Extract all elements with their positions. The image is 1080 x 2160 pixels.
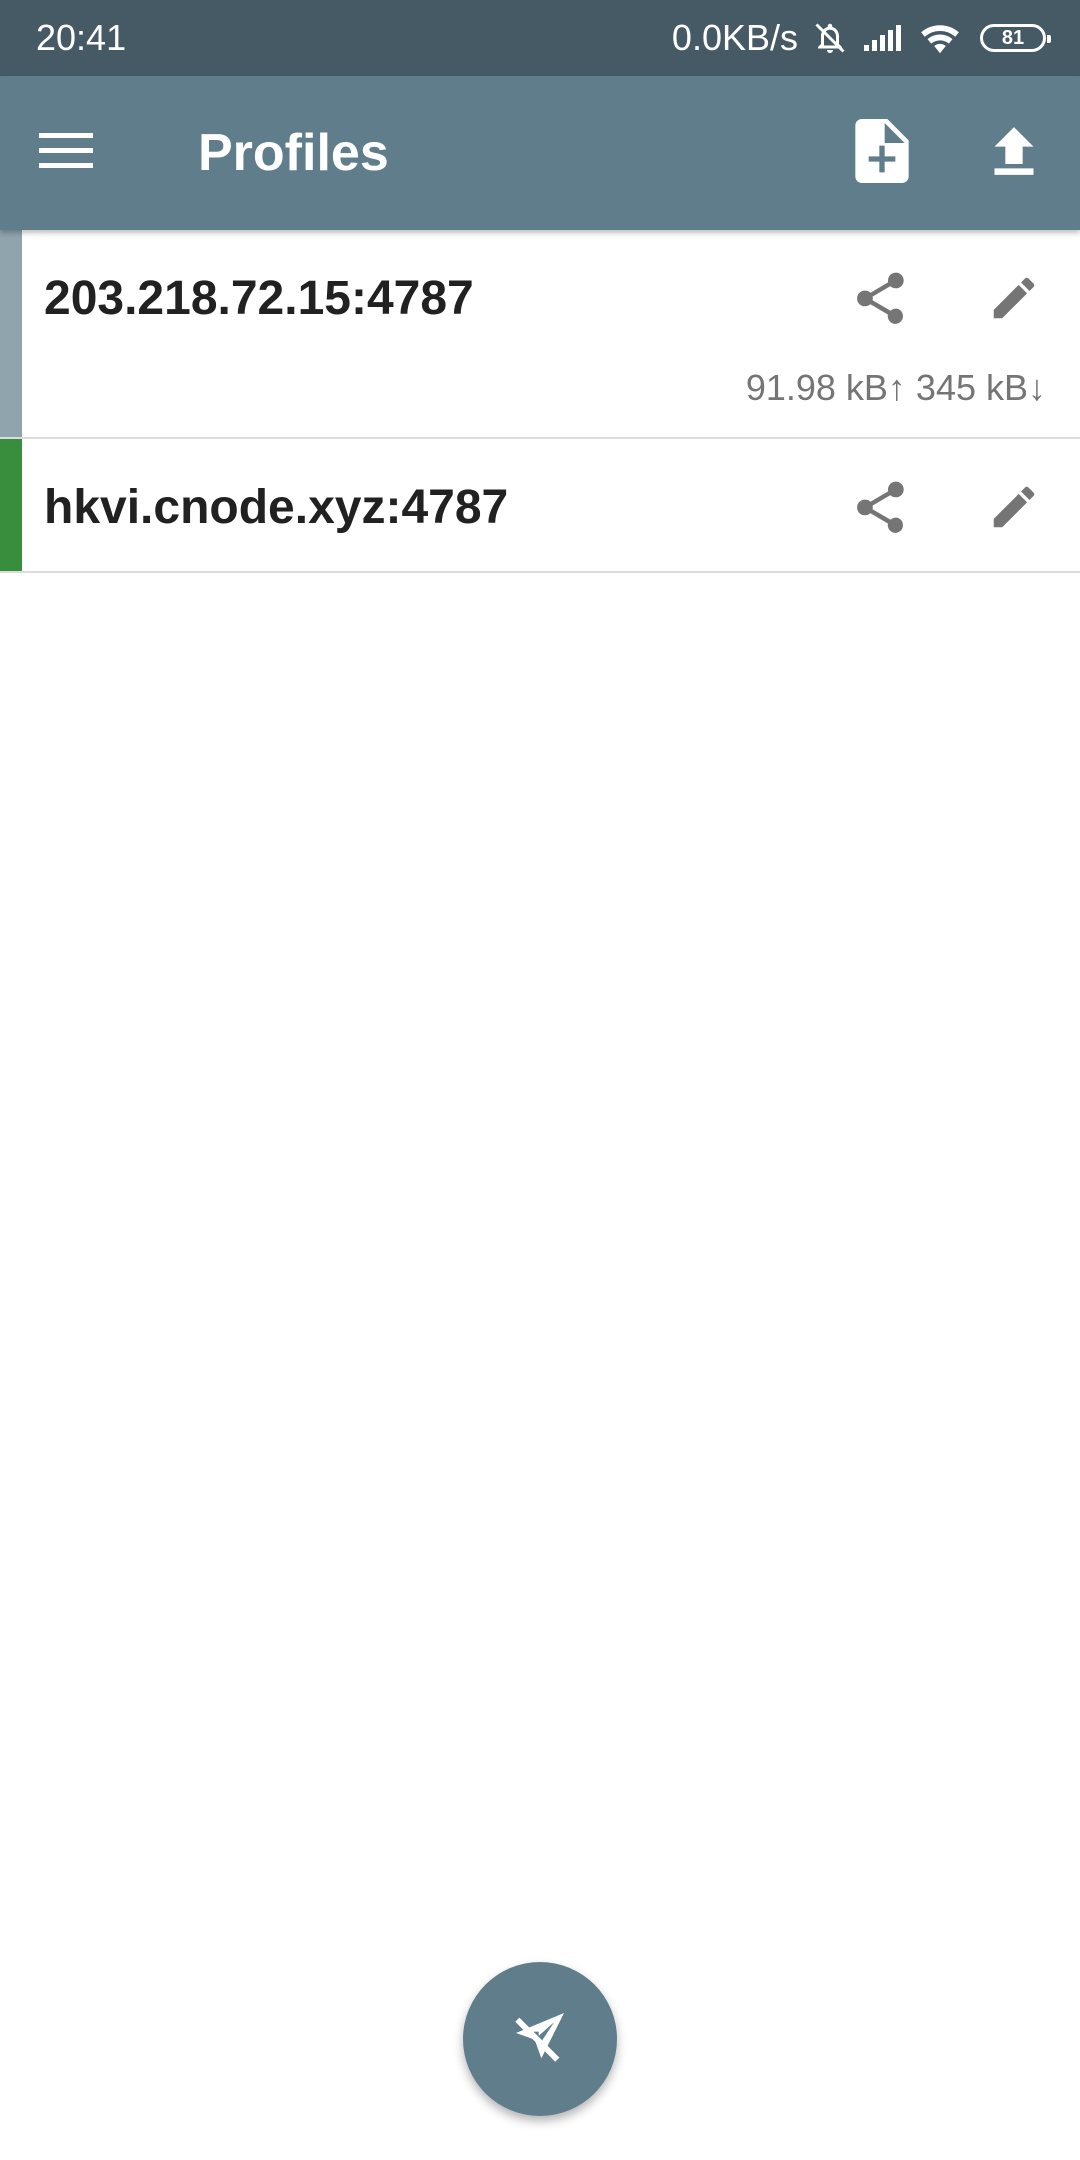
add-profile-button[interactable] <box>846 117 918 189</box>
share-icon <box>854 477 910 542</box>
signal-icon <box>862 23 906 53</box>
menu-icon <box>39 131 93 176</box>
edit-button[interactable] <box>978 264 1050 336</box>
status-bar: 20:41 0.0KB/s 81 <box>0 0 1080 76</box>
status-time: 20:41 <box>36 17 127 58</box>
traffic-stats: 91.98 kB↑ 345 kB↓ <box>745 367 1046 408</box>
wifi-icon <box>920 22 960 54</box>
battery-icon: 81 <box>980 24 1051 52</box>
edit-button[interactable] <box>978 473 1050 545</box>
app-bar: Profiles <box>0 76 1080 230</box>
profile-color-strip <box>0 230 22 437</box>
import-button[interactable] <box>978 117 1050 189</box>
menu-button[interactable] <box>30 117 102 189</box>
share-button[interactable] <box>846 264 918 336</box>
edit-icon <box>987 271 1041 330</box>
share-button[interactable] <box>846 473 918 545</box>
connect-fab[interactable] <box>463 1962 617 2116</box>
profile-item[interactable]: hkvi.cnode.xyz:4787 <box>0 439 1080 573</box>
page-title: Profiles <box>198 124 389 182</box>
edit-icon <box>987 480 1041 539</box>
profile-name: 203.218.72.15:4787 <box>44 272 474 325</box>
profile-list: 203.218.72.15:4787 91.98 kB↑ 345 kB↓ hkv… <box>0 230 1080 573</box>
upload-icon <box>991 125 1037 182</box>
screen: 20:41 0.0KB/s 81 Profiles 203.218.72.15:… <box>0 0 1080 2160</box>
battery-level: 81 <box>1001 27 1025 49</box>
bell-off-icon <box>812 20 848 56</box>
file-add-icon <box>855 118 909 188</box>
paper-plane-off-icon <box>508 2005 572 2074</box>
status-right: 0.0KB/s 81 <box>671 17 1051 59</box>
profile-name: hkvi.cnode.xyz:4787 <box>44 481 509 534</box>
profile-color-strip <box>0 439 22 571</box>
share-icon <box>854 268 910 333</box>
profile-item[interactable]: 203.218.72.15:4787 91.98 kB↑ 345 kB↓ <box>0 230 1080 439</box>
net-speed: 0.0KB/s <box>671 17 798 58</box>
